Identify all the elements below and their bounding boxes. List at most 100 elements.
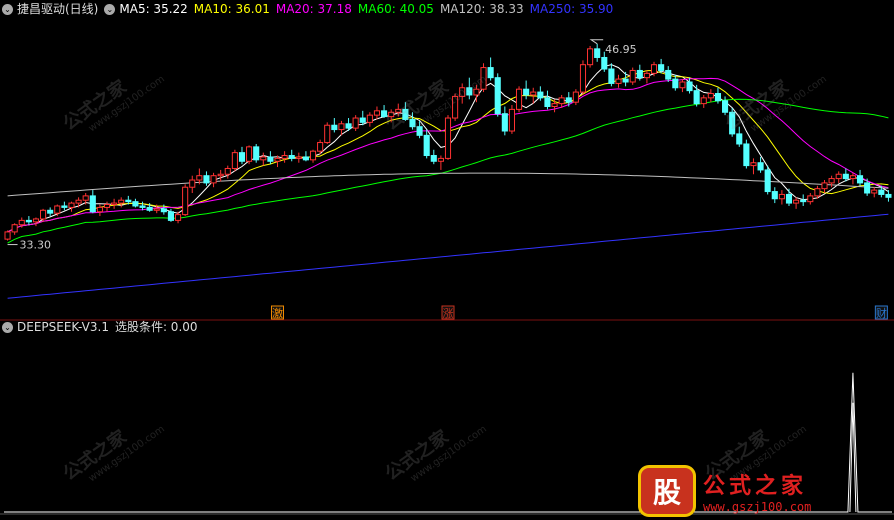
candle-body bbox=[32, 218, 40, 223]
candle bbox=[757, 156, 764, 173]
candle bbox=[409, 112, 416, 130]
candle bbox=[359, 110, 366, 126]
candle-body bbox=[721, 100, 729, 113]
candle-body bbox=[523, 88, 530, 96]
event-marker[interactable]: 激 bbox=[271, 305, 285, 320]
candle bbox=[587, 45, 594, 68]
candle bbox=[295, 152, 302, 163]
candle bbox=[778, 190, 785, 205]
candle bbox=[118, 197, 125, 208]
candle-body bbox=[47, 209, 54, 214]
candle bbox=[629, 67, 636, 85]
event-marker[interactable]: 财 bbox=[874, 305, 888, 320]
candle-body bbox=[665, 69, 672, 80]
candle-body bbox=[785, 193, 793, 204]
candle-body bbox=[416, 126, 423, 136]
candle bbox=[238, 146, 246, 165]
candle-body bbox=[729, 111, 736, 135]
candle bbox=[551, 99, 558, 113]
candle bbox=[544, 90, 551, 110]
candle-body bbox=[125, 199, 132, 203]
candle bbox=[68, 201, 75, 212]
candle bbox=[835, 171, 842, 183]
candle-body bbox=[800, 199, 807, 203]
candle bbox=[579, 60, 587, 95]
candle-body bbox=[210, 175, 217, 184]
event-marker[interactable]: 涨 bbox=[441, 305, 455, 320]
low-label: 33.30 bbox=[20, 239, 52, 252]
candle-body bbox=[750, 162, 757, 167]
event-marker-label: 激 bbox=[272, 306, 283, 320]
candle-body bbox=[388, 111, 395, 118]
candle-body bbox=[707, 93, 714, 99]
candle bbox=[679, 79, 686, 93]
candle bbox=[480, 63, 487, 93]
candle-body bbox=[295, 156, 302, 159]
logo-url: www.gszj100.com bbox=[703, 500, 812, 514]
candle bbox=[430, 149, 437, 165]
candle-body bbox=[807, 195, 814, 203]
candle-body bbox=[466, 87, 473, 96]
high-label: 46.95 bbox=[605, 43, 637, 56]
candle bbox=[729, 107, 736, 137]
candle-body bbox=[636, 69, 643, 79]
candle bbox=[793, 197, 800, 209]
candle-body bbox=[650, 64, 658, 74]
candle bbox=[388, 109, 395, 123]
candle-body bbox=[537, 91, 544, 99]
candle bbox=[288, 149, 295, 162]
candle bbox=[132, 198, 139, 208]
candle-body bbox=[530, 91, 537, 96]
candle-body bbox=[40, 209, 47, 220]
candle bbox=[210, 172, 217, 188]
candlestick-series[interactable] bbox=[4, 43, 892, 241]
candle-body bbox=[849, 175, 856, 180]
candle-body bbox=[693, 90, 700, 105]
settings-circle-icon[interactable]: ⌄ bbox=[2, 3, 13, 15]
candle-body bbox=[615, 78, 622, 84]
event-markers[interactable]: 激涨财 bbox=[271, 305, 888, 320]
candle bbox=[423, 129, 430, 159]
candle-body bbox=[345, 123, 352, 129]
candle-body bbox=[487, 67, 494, 79]
candle-body bbox=[658, 64, 665, 71]
candle bbox=[381, 105, 388, 119]
candle-body bbox=[821, 182, 828, 190]
candle-body bbox=[835, 173, 842, 180]
candle-body bbox=[757, 162, 764, 171]
candle-body bbox=[18, 219, 25, 226]
candle-body bbox=[643, 72, 650, 79]
candle-body bbox=[736, 133, 743, 145]
candle bbox=[302, 151, 309, 162]
candle bbox=[764, 165, 771, 195]
candle bbox=[217, 169, 224, 182]
candle bbox=[395, 103, 402, 117]
candle-body bbox=[864, 182, 871, 194]
candle-body bbox=[189, 179, 196, 188]
candle-body bbox=[11, 224, 18, 233]
candle bbox=[96, 204, 103, 217]
candle-body bbox=[160, 208, 167, 213]
stock-chart[interactable]: 46.95 33.30 激 涨 财 bbox=[0, 0, 894, 520]
candle bbox=[444, 115, 452, 160]
candle bbox=[565, 92, 572, 107]
candle-body bbox=[54, 205, 61, 214]
candle-body bbox=[679, 81, 686, 89]
candle-body bbox=[174, 214, 182, 221]
candle bbox=[721, 96, 729, 116]
candle bbox=[608, 63, 615, 87]
candle-body bbox=[579, 64, 587, 93]
candle-body bbox=[700, 97, 707, 105]
indicator-toggle-icon[interactable]: ⌄ bbox=[2, 321, 13, 333]
candle-body bbox=[111, 202, 118, 206]
candle-body bbox=[771, 191, 778, 200]
candle-body bbox=[82, 195, 89, 201]
ma-toggle-icon[interactable]: ⌄ bbox=[104, 3, 116, 15]
candle bbox=[693, 84, 700, 107]
candle bbox=[203, 171, 210, 186]
candle-body bbox=[352, 117, 359, 129]
candle bbox=[665, 66, 672, 82]
candle bbox=[466, 77, 473, 100]
candle bbox=[849, 172, 856, 185]
candle-body bbox=[231, 152, 238, 169]
